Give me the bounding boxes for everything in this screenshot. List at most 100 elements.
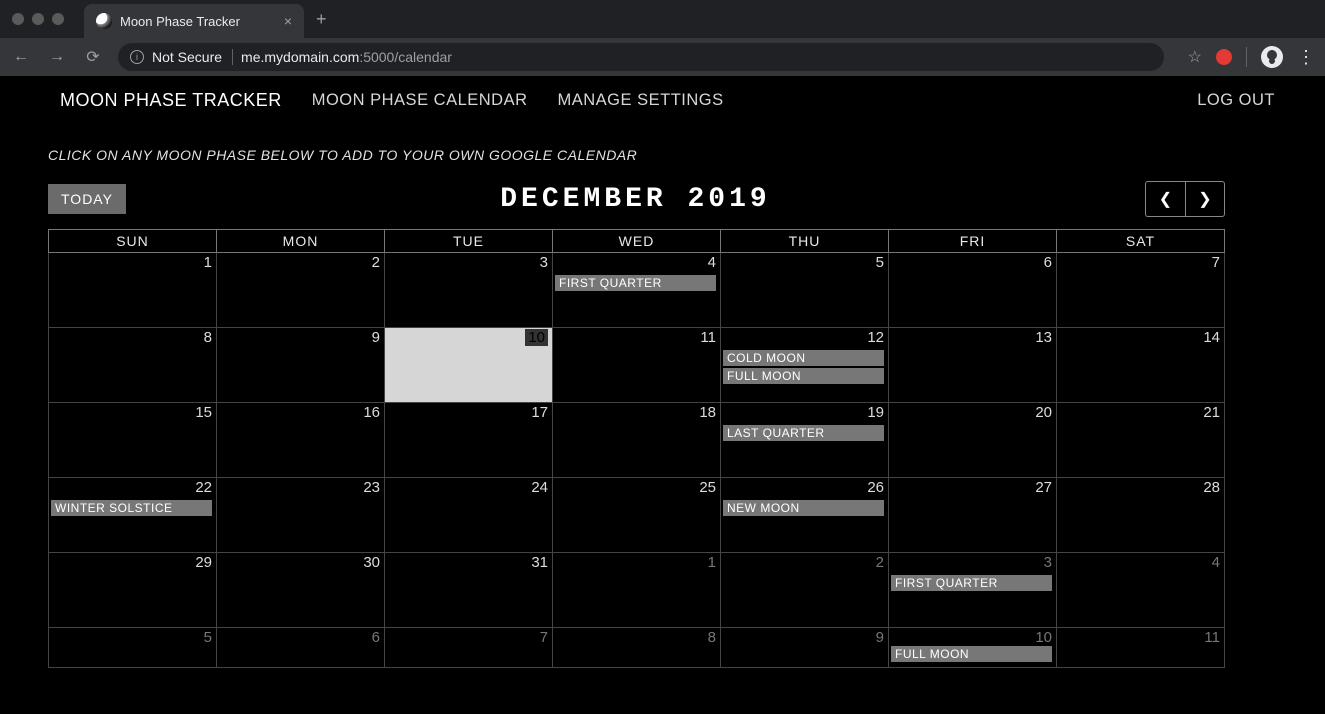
calendar-cell[interactable]: 3: [385, 253, 553, 328]
day-number: 28: [1203, 479, 1220, 496]
calendar-cell[interactable]: 4FIRST QUARTER: [553, 253, 721, 328]
calendar-cell[interactable]: 26NEW MOON: [721, 478, 889, 553]
month-title: DECEMBER 2019: [126, 184, 1145, 215]
nav-calendar[interactable]: MOON PHASE CALENDAR: [312, 91, 528, 110]
calendar-cell[interactable]: 1: [553, 553, 721, 628]
calendar-cell[interactable]: 6: [217, 628, 385, 668]
calendar-cell[interactable]: 9: [217, 328, 385, 403]
day-number: 7: [540, 629, 548, 646]
next-month-button[interactable]: ❯: [1185, 181, 1225, 217]
calendar-cell[interactable]: 6: [889, 253, 1057, 328]
calendar-event[interactable]: COLD MOON: [723, 350, 884, 366]
day-number: 30: [363, 554, 380, 571]
browser-menu-icon[interactable]: ⋮: [1297, 47, 1315, 68]
calendar-cell[interactable]: 25: [553, 478, 721, 553]
nav-settings[interactable]: MANAGE SETTINGS: [558, 91, 724, 110]
calendar-cell[interactable]: 20: [889, 403, 1057, 478]
day-number: 20: [1035, 404, 1052, 421]
calendar-cell[interactable]: 1: [49, 253, 217, 328]
profile-icon[interactable]: [1261, 46, 1283, 68]
reload-button[interactable]: ⟳: [82, 47, 104, 67]
calendar-cell[interactable]: 9: [721, 628, 889, 668]
day-number: 29: [195, 554, 212, 571]
bookmark-icon[interactable]: ☆: [1188, 47, 1202, 67]
day-number: 4: [1212, 554, 1220, 571]
app-content: MOON PHASE TRACKER MOON PHASE CALENDAR M…: [0, 76, 1325, 668]
calendar-event[interactable]: FIRST QUARTER: [891, 575, 1052, 591]
calendar-event[interactable]: FIRST QUARTER: [555, 275, 716, 291]
calendar-cell[interactable]: 11: [553, 328, 721, 403]
calendar-cell[interactable]: 2: [721, 553, 889, 628]
dayname-header: SAT: [1057, 230, 1225, 253]
nav-logout[interactable]: LOG OUT: [1197, 91, 1275, 110]
day-number: 18: [699, 404, 716, 421]
day-number: 1: [708, 554, 716, 571]
calendar-cell[interactable]: 24: [385, 478, 553, 553]
calendar-cell[interactable]: 22 WINTER SOLSTICE: [49, 478, 217, 553]
day-number: 22: [195, 479, 212, 496]
calendar-cell[interactable]: 13: [889, 328, 1057, 403]
calendar-cell[interactable]: 8: [49, 328, 217, 403]
calendar-cell[interactable]: 21: [1057, 403, 1225, 478]
calendar-cell[interactable]: 30: [217, 553, 385, 628]
calendar-cell[interactable]: 15: [49, 403, 217, 478]
day-number: 9: [876, 629, 884, 646]
calendar-event[interactable]: LAST QUARTER: [723, 425, 884, 441]
calendar-cell[interactable]: 28: [1057, 478, 1225, 553]
today-button[interactable]: TODAY: [48, 184, 126, 214]
new-tab-button[interactable]: +: [316, 9, 327, 30]
calendar-cell[interactable]: 3FIRST QUARTER: [889, 553, 1057, 628]
calendar-event[interactable]: FULL MOON: [891, 646, 1052, 662]
calendar-cell[interactable]: 14: [1057, 328, 1225, 403]
calendar-cell[interactable]: 16: [217, 403, 385, 478]
calendar-event[interactable]: NEW MOON: [723, 500, 884, 516]
calendar-cell[interactable]: 23: [217, 478, 385, 553]
calendar-event[interactable]: FULL MOON: [723, 368, 884, 384]
maximize-window-icon[interactable]: [52, 13, 64, 25]
close-tab-icon[interactable]: ×: [284, 13, 292, 29]
brand-link[interactable]: MOON PHASE TRACKER: [60, 90, 282, 111]
calendar-cell[interactable]: 31: [385, 553, 553, 628]
tab-title: Moon Phase Tracker: [120, 14, 240, 29]
calendar-cell[interactable]: 5: [49, 628, 217, 668]
calendar-cell[interactable]: 10FULL MOON: [889, 628, 1057, 668]
day-number: 5: [204, 629, 212, 646]
calendar-cell[interactable]: 11: [1057, 628, 1225, 668]
calendar-toolbar: TODAY DECEMBER 2019 ❮ ❯: [0, 181, 1325, 229]
calendar-cell[interactable]: 27: [889, 478, 1057, 553]
calendar-cell[interactable]: 4: [1057, 553, 1225, 628]
info-icon[interactable]: i: [130, 50, 144, 64]
calendar-cell[interactable]: 19LAST QUARTER: [721, 403, 889, 478]
browser-tab[interactable]: Moon Phase Tracker ×: [84, 4, 304, 38]
calendar-cell[interactable]: 17: [385, 403, 553, 478]
extension-badge-icon[interactable]: [1216, 49, 1232, 65]
calendar-event[interactable]: WINTER SOLSTICE: [51, 500, 212, 516]
window-controls[interactable]: [12, 13, 64, 25]
chevron-right-icon: ❯: [1198, 189, 1211, 209]
calendar-cell[interactable]: 12COLD MOONFULL MOON: [721, 328, 889, 403]
url-field[interactable]: i Not Secure me.mydomain.com:5000/calend…: [118, 43, 1164, 71]
minimize-window-icon[interactable]: [32, 13, 44, 25]
calendar-cell[interactable]: 18: [553, 403, 721, 478]
day-number: 3: [540, 254, 548, 271]
calendar-cell[interactable]: 29: [49, 553, 217, 628]
calendar-cell[interactable]: 10: [385, 328, 553, 403]
day-number: 2: [876, 554, 884, 571]
calendar-cell[interactable]: 7: [385, 628, 553, 668]
not-secure-label: Not Secure: [152, 49, 233, 65]
day-number: 13: [1035, 329, 1052, 346]
calendar-cell[interactable]: 8: [553, 628, 721, 668]
calendar-cell[interactable]: 2: [217, 253, 385, 328]
back-button[interactable]: ←: [10, 48, 32, 66]
forward-button[interactable]: →: [46, 48, 68, 66]
day-number: 24: [531, 479, 548, 496]
calendar-cell[interactable]: 5: [721, 253, 889, 328]
calendar-grid: SUNMONTUEWEDTHUFRISAT 1234FIRST QUARTER5…: [48, 229, 1225, 668]
calendar-cell[interactable]: 7: [1057, 253, 1225, 328]
hint-text: CLICK ON ANY MOON PHASE BELOW TO ADD TO …: [0, 125, 1325, 181]
dayname-header: MON: [217, 230, 385, 253]
day-number: 11: [1204, 629, 1220, 646]
close-window-icon[interactable]: [12, 13, 24, 25]
prev-month-button[interactable]: ❮: [1145, 181, 1185, 217]
day-number: 16: [363, 404, 380, 421]
